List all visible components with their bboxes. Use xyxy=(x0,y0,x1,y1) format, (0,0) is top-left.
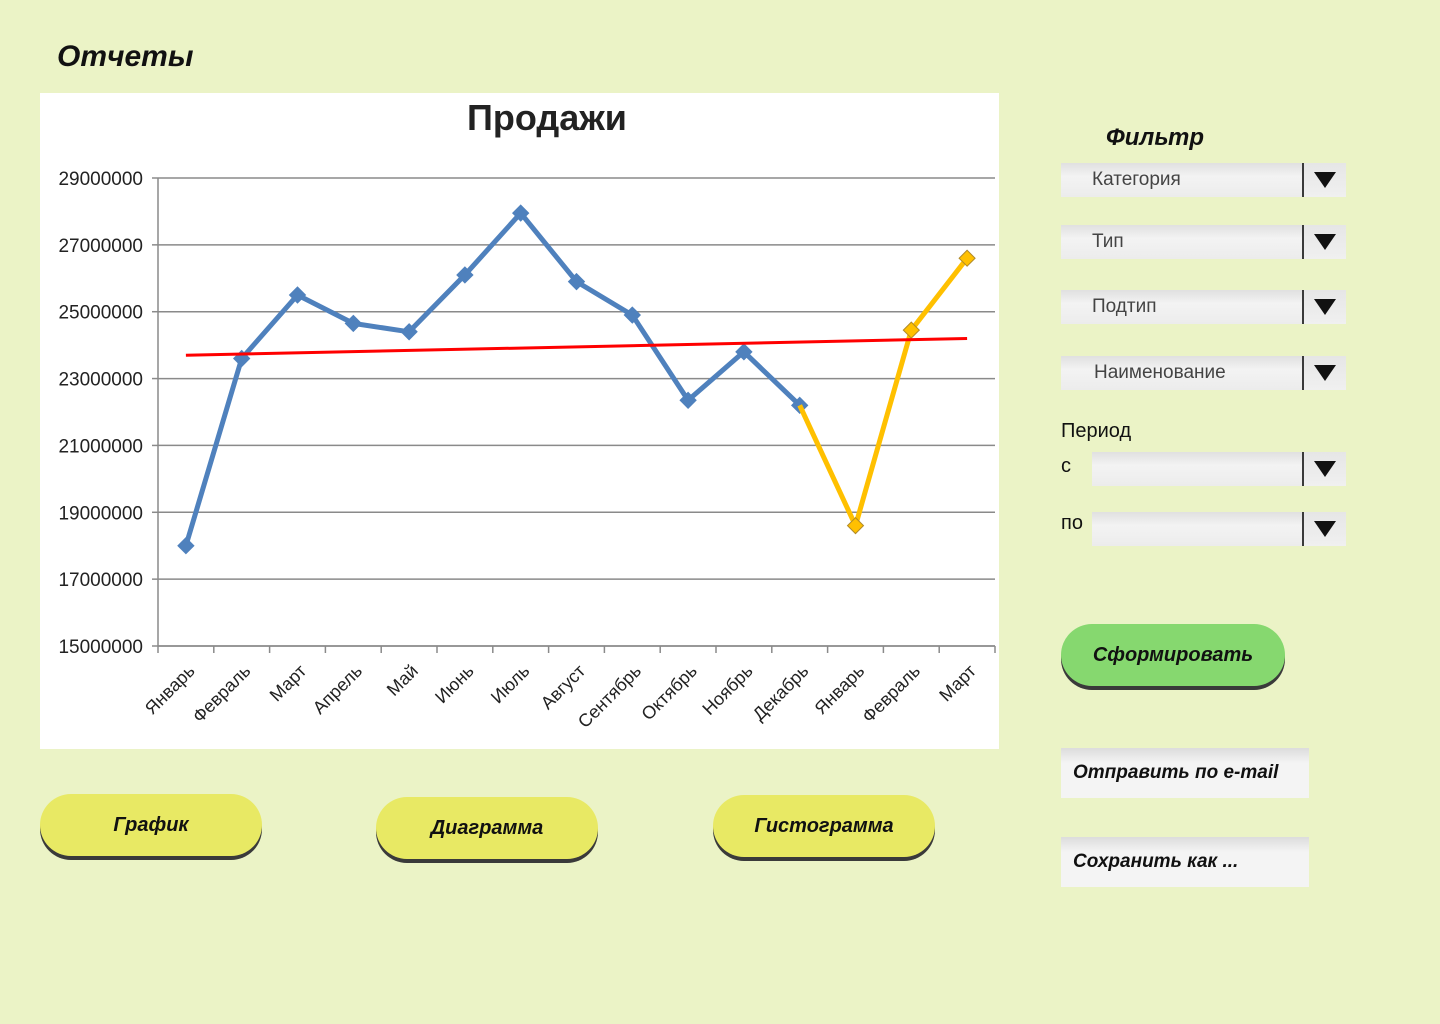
period-from-label: с xyxy=(1061,455,1071,477)
x-tick-label: Апрель xyxy=(309,661,366,718)
chart-title: Продажи xyxy=(467,97,627,138)
y-tick-label: 27000000 xyxy=(58,236,143,257)
x-tick-label: Август xyxy=(537,661,589,713)
x-tick-label: Июнь xyxy=(431,661,478,708)
x-tick-label: Февраль xyxy=(858,661,924,727)
filter-title: Фильтр xyxy=(1106,124,1204,151)
diagram-button[interactable]: Диаграмма xyxy=(376,797,598,859)
send-email-button[interactable]: Отправить по e-mail xyxy=(1061,748,1309,798)
subtype-dropdown-label: Подтип xyxy=(1092,296,1157,317)
y-tick-label: 19000000 xyxy=(58,503,143,524)
data-point xyxy=(846,516,865,535)
chevron-down-icon[interactable] xyxy=(1304,512,1346,546)
chevron-down-icon[interactable] xyxy=(1304,163,1346,197)
category-dropdown-label: Категория xyxy=(1092,169,1181,190)
chevron-down-icon[interactable] xyxy=(1304,225,1346,259)
sales-chart: Продажи 29000000 27000000 25000000 23000000 2… xyxy=(40,93,999,749)
chevron-down-icon[interactable] xyxy=(1304,356,1346,390)
series-line-0 xyxy=(183,210,802,547)
sales-chart-svg: Продажи 29000000 27000000 25000000 23000000 2… xyxy=(58,97,996,732)
data-point xyxy=(177,537,195,555)
type-dropdown-label: Тип xyxy=(1092,231,1124,252)
x-tick-label: Декабрь xyxy=(749,661,813,725)
histogram-button[interactable]: Гистограмма xyxy=(713,795,935,857)
page-title: Отчеты xyxy=(57,40,194,73)
x-tick-label: Июль xyxy=(487,661,534,708)
period-from-dropdown[interactable] xyxy=(1092,452,1346,486)
trend-line xyxy=(185,337,968,357)
y-tick-label: 21000000 xyxy=(58,436,143,457)
chevron-down-icon[interactable] xyxy=(1304,290,1346,324)
y-tick-label: 29000000 xyxy=(58,169,143,190)
x-tick-label: Февраль xyxy=(189,661,255,727)
graph-button[interactable]: График xyxy=(40,794,262,856)
y-tick-label: 25000000 xyxy=(58,303,143,324)
y-tick-label: 15000000 xyxy=(58,637,143,658)
name-dropdown-label: Наименование xyxy=(1094,362,1226,383)
x-tick-label: Март xyxy=(266,661,311,706)
period-label: Период xyxy=(1061,420,1132,442)
series-line-1 xyxy=(797,256,970,529)
period-to-label: по xyxy=(1061,512,1083,534)
x-tick-label: Май xyxy=(383,661,422,700)
period-to-dropdown[interactable] xyxy=(1092,512,1346,546)
x-tick-label: Октябрь xyxy=(637,661,700,724)
x-tick-label: Март xyxy=(935,661,980,706)
subtype-dropdown[interactable]: Подтип xyxy=(1061,290,1346,324)
chevron-down-icon[interactable] xyxy=(1304,452,1346,486)
y-tick-label: 17000000 xyxy=(58,570,143,591)
save-as-button[interactable]: Сохранить как ... xyxy=(1061,837,1309,887)
name-dropdown[interactable]: Наименование xyxy=(1061,356,1346,390)
y-tick-label: 23000000 xyxy=(58,370,143,391)
generate-button[interactable]: Сформировать xyxy=(1061,624,1285,686)
type-dropdown[interactable]: Тип xyxy=(1061,225,1346,259)
category-dropdown[interactable]: Категория xyxy=(1061,163,1346,197)
